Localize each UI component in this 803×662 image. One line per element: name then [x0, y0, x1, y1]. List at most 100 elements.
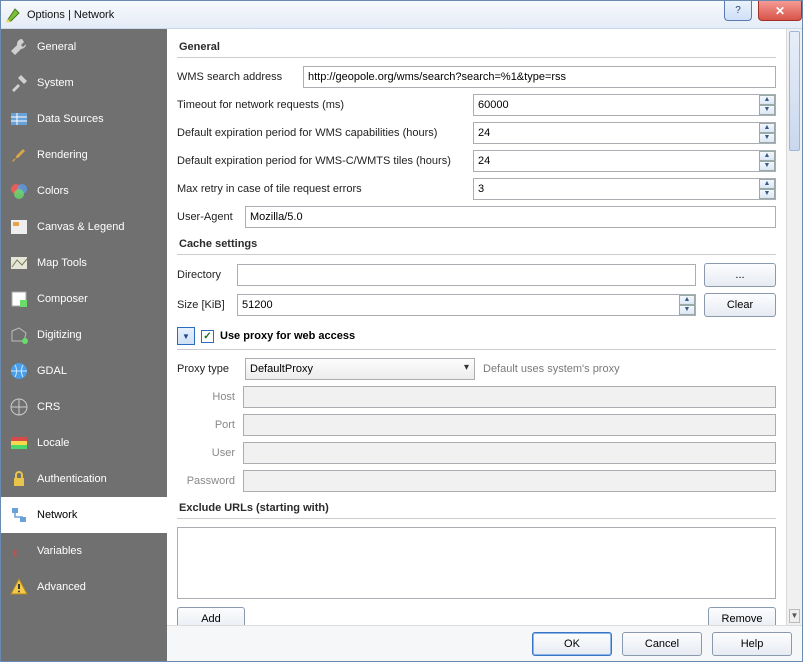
exclude-remove-button[interactable]: Remove: [708, 607, 776, 625]
cache-dir-label: Directory: [177, 269, 229, 281]
spin-up-icon[interactable]: ▲: [759, 179, 775, 189]
sidebar-item-digitizing[interactable]: Digitizing: [1, 317, 167, 353]
proxy-host-input[interactable]: [243, 386, 776, 408]
proxy-type-select[interactable]: DefaultProxy: [245, 358, 475, 380]
group-exclude-urls: Exclude URLs (starting with) Add Remove: [177, 498, 776, 625]
sidebar-item-label: Canvas & Legend: [37, 221, 124, 233]
titlebar: Options | Network ? ✕: [1, 1, 802, 29]
sidebar-item-label: Network: [37, 509, 77, 521]
wms-cap-label: Default expiration period for WMS capabi…: [177, 127, 465, 139]
sidebar-item-label: Data Sources: [37, 113, 104, 125]
titlebar-close-button[interactable]: ✕: [758, 1, 802, 21]
sidebar-item-crs[interactable]: CRS: [1, 389, 167, 425]
spin-buttons[interactable]: ▲▼: [759, 151, 775, 171]
table-icon: [9, 109, 29, 129]
sidebar-item-label: Rendering: [37, 149, 88, 161]
proxy-type-hint: Default uses system's proxy: [483, 363, 620, 375]
wmsc-input[interactable]: [473, 150, 776, 172]
proxy-host-label: Host: [177, 391, 235, 403]
sidebar-item-system[interactable]: System: [1, 65, 167, 101]
retry-input[interactable]: [473, 178, 776, 200]
flag-icon: [9, 433, 29, 453]
colors-icon: [9, 181, 29, 201]
dialog-body: General System Data Sources Rendering Co…: [1, 29, 802, 661]
wms-search-label: WMS search address: [177, 71, 295, 83]
sidebar-item-label: System: [37, 77, 74, 89]
epsilon-icon: ε: [9, 541, 29, 561]
spin-buttons[interactable]: ▲▼: [679, 295, 695, 315]
proxy-user-input[interactable]: [243, 442, 776, 464]
spin-up-icon[interactable]: ▲: [759, 123, 775, 133]
sidebar-item-composer[interactable]: Composer: [1, 281, 167, 317]
proxy-password-input[interactable]: [243, 470, 776, 492]
content-pane: General WMS search address Timeout for n…: [167, 29, 802, 661]
proxy-section-header: ▼ ✓ Use proxy for web access: [177, 325, 776, 350]
group-general: General WMS search address Timeout for n…: [177, 37, 776, 228]
group-header-general: General: [177, 37, 776, 58]
wms-cap-input[interactable]: [473, 122, 776, 144]
sidebar-item-data-sources[interactable]: Data Sources: [1, 101, 167, 137]
sidebar-item-locale[interactable]: Locale: [1, 425, 167, 461]
sidebar-item-general[interactable]: General: [1, 29, 167, 65]
tools-icon: [9, 73, 29, 93]
crs-icon: [9, 397, 29, 417]
exclude-add-button[interactable]: Add: [177, 607, 245, 625]
wrench-icon: [9, 37, 29, 57]
spin-up-icon[interactable]: ▲: [679, 295, 695, 305]
spin-buttons[interactable]: ▲▼: [759, 95, 775, 115]
sidebar-item-label: GDAL: [37, 365, 67, 377]
proxy-port-input[interactable]: [243, 414, 776, 436]
cancel-button[interactable]: Cancel: [622, 632, 702, 656]
use-proxy-checkbox[interactable]: ✓: [201, 330, 214, 343]
sidebar-item-network[interactable]: Network: [1, 497, 167, 533]
spin-down-icon[interactable]: ▼: [679, 305, 695, 315]
cache-browse-button[interactable]: ...: [704, 263, 776, 287]
canvas-icon: [9, 217, 29, 237]
sidebar-item-canvas-legend[interactable]: Canvas & Legend: [1, 209, 167, 245]
spin-down-icon[interactable]: ▼: [759, 105, 775, 115]
lock-icon: [9, 469, 29, 489]
maptools-icon: [9, 253, 29, 273]
scroll-down-icon[interactable]: ▼: [789, 609, 800, 623]
sidebar-item-label: Map Tools: [37, 257, 87, 269]
sidebar-item-variables[interactable]: ε Variables: [1, 533, 167, 569]
sidebar-item-label: Digitizing: [37, 329, 82, 341]
ok-button[interactable]: OK: [532, 632, 612, 656]
sidebar-item-rendering[interactable]: Rendering: [1, 137, 167, 173]
warning-icon: [9, 577, 29, 597]
titlebar-help-button[interactable]: ?: [724, 1, 752, 21]
scrollbar-thumb[interactable]: [789, 31, 800, 151]
vertical-scrollbar[interactable]: ▼: [786, 29, 802, 625]
use-proxy-label: Use proxy for web access: [220, 330, 355, 342]
user-agent-label: User-Agent: [177, 211, 237, 223]
cache-clear-button[interactable]: Clear: [704, 293, 776, 317]
sidebar-item-label: Authentication: [37, 473, 107, 485]
cache-size-input[interactable]: [237, 294, 696, 316]
spin-up-icon[interactable]: ▲: [759, 151, 775, 161]
spin-up-icon[interactable]: ▲: [759, 95, 775, 105]
sidebar-item-label: Colors: [37, 185, 69, 197]
sidebar-item-label: Advanced: [37, 581, 86, 593]
spin-down-icon[interactable]: ▼: [759, 133, 775, 143]
timeout-label: Timeout for network requests (ms): [177, 99, 465, 111]
spin-down-icon[interactable]: ▼: [759, 189, 775, 199]
spin-down-icon[interactable]: ▼: [759, 161, 775, 171]
wmsc-label: Default expiration period for WMS-C/WMTS…: [177, 155, 465, 167]
brush-icon: [9, 145, 29, 165]
help-button[interactable]: Help: [712, 632, 792, 656]
exclude-urls-list[interactable]: [177, 527, 776, 599]
wms-search-input[interactable]: [303, 66, 776, 88]
sidebar-item-map-tools[interactable]: Map Tools: [1, 245, 167, 281]
collapse-toggle-icon[interactable]: ▼: [177, 327, 195, 345]
sidebar-item-advanced[interactable]: Advanced: [1, 569, 167, 605]
dialog-button-bar: OK Cancel Help: [167, 625, 802, 661]
sidebar-item-gdal[interactable]: GDAL: [1, 353, 167, 389]
user-agent-input[interactable]: [245, 206, 776, 228]
timeout-input[interactable]: [473, 94, 776, 116]
spin-buttons[interactable]: ▲▼: [759, 179, 775, 199]
app-icon: [5, 7, 21, 23]
cache-dir-input[interactable]: [237, 264, 696, 286]
sidebar-item-colors[interactable]: Colors: [1, 173, 167, 209]
sidebar-item-authentication[interactable]: Authentication: [1, 461, 167, 497]
spin-buttons[interactable]: ▲▼: [759, 123, 775, 143]
